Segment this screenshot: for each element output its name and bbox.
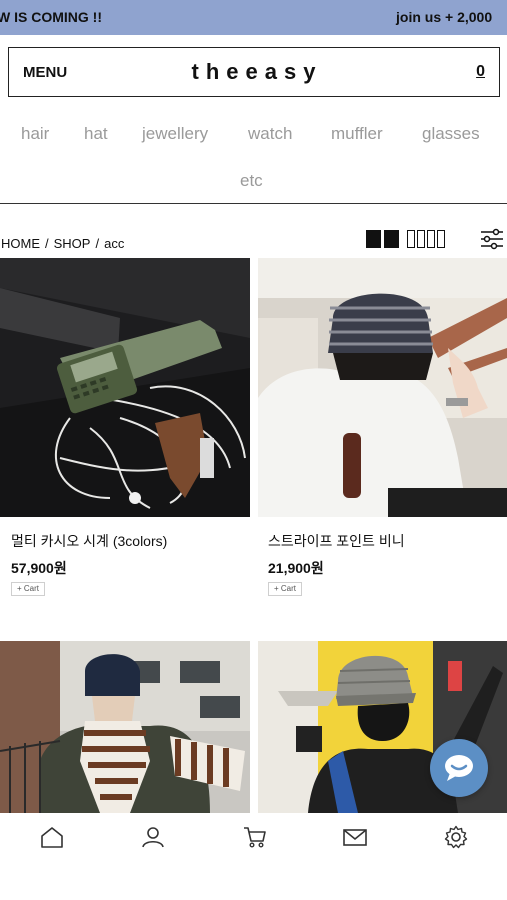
product-image-scarf[interactable]	[0, 641, 250, 813]
user-icon[interactable]	[141, 825, 165, 849]
category-hat[interactable]: hat	[84, 124, 108, 144]
announcement-banner: W IS COMING !! join us + 2,000	[0, 0, 507, 35]
add-to-cart-button[interactable]: + Cart	[11, 582, 46, 596]
view-toggles	[366, 230, 445, 248]
breadcrumb-current: acc	[104, 236, 125, 251]
category-muffler[interactable]: muffler	[331, 124, 383, 144]
gear-icon[interactable]	[444, 825, 468, 849]
product-name[interactable]: 스트라이프 포인트 비니	[268, 531, 405, 551]
add-to-cart-button[interactable]: + Cart	[268, 582, 303, 596]
category-etc[interactable]: etc	[240, 171, 263, 191]
product-price: 21,900원	[268, 560, 324, 576]
site-logo[interactable]: theeasy	[9, 59, 499, 85]
breadcrumb-separator: /	[95, 236, 100, 251]
category-watch[interactable]: watch	[248, 124, 292, 144]
product-price: 57,900원	[11, 560, 67, 576]
category-hair[interactable]: hair	[21, 124, 49, 144]
cart-count-link[interactable]: 0	[476, 63, 485, 81]
category-glasses[interactable]: glasses	[422, 124, 480, 144]
breadcrumb-shop[interactable]: SHOP	[54, 236, 91, 251]
breadcrumb: HOME / SHOP / acc	[1, 236, 124, 251]
product-image-beanie[interactable]	[258, 258, 507, 517]
chat-icon	[445, 755, 473, 781]
product-image-watch[interactable]	[0, 258, 250, 517]
announcement-text: W IS COMING !!	[0, 9, 102, 25]
filter-icon[interactable]	[480, 228, 504, 250]
site-header: MENU theeasy 0	[8, 47, 500, 97]
home-icon[interactable]	[40, 825, 64, 849]
grid-2-column-icon[interactable]	[366, 230, 399, 248]
breadcrumb-separator: /	[45, 236, 49, 251]
bottom-navigation	[0, 813, 507, 900]
product-name[interactable]: 멀티 카시오 시계 (3colors)	[11, 531, 167, 551]
chat-button[interactable]	[430, 739, 488, 797]
category-jewellery[interactable]: jewellery	[142, 124, 208, 144]
mail-icon[interactable]	[343, 825, 367, 849]
announcement-text-join: join us + 2,000	[396, 9, 493, 25]
category-menu: hair hat jewellery watch muffler glasses…	[0, 112, 507, 204]
breadcrumb-home[interactable]: HOME	[1, 236, 40, 251]
grid-4-column-icon[interactable]	[407, 230, 445, 248]
cart-icon[interactable]	[243, 825, 267, 849]
